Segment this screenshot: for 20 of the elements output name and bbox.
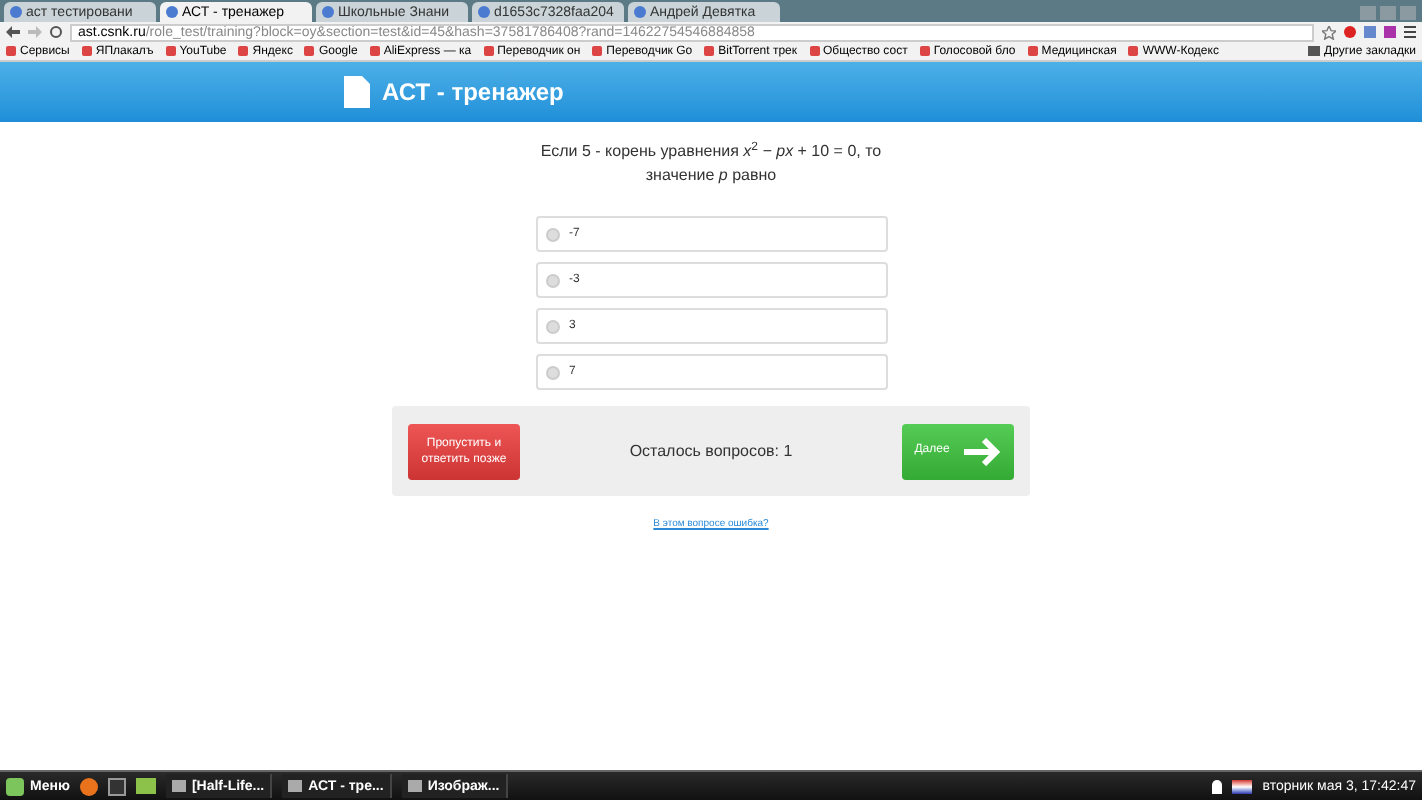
question-text: Если 5 - корень уравнения x$^{2}$ − px + 10 = 0, то значение p равно xyxy=(538,140,884,188)
reload-icon[interactable] xyxy=(50,26,62,38)
radio-button[interactable] xyxy=(545,227,559,241)
remaining-count: Осталось вопросов: 1 xyxy=(629,439,793,463)
menu-icon[interactable] xyxy=(1404,26,1416,38)
app-title: АСТ - тренажер xyxy=(382,76,564,110)
star-icon[interactable] xyxy=(1322,25,1336,39)
tab-favicon-icon xyxy=(166,6,178,18)
keyboard-layout-icon[interactable] xyxy=(1232,779,1253,793)
radio-button[interactable] xyxy=(545,319,559,333)
document-icon xyxy=(344,76,370,108)
tab-favicon-icon xyxy=(10,6,22,18)
back-icon[interactable] xyxy=(6,26,20,38)
tab-favicon-icon xyxy=(634,6,646,18)
arrow-icon xyxy=(961,437,1002,465)
tab-favicon-icon xyxy=(322,6,334,18)
terminal-icon[interactable] xyxy=(107,777,126,795)
radio-button[interactable] xyxy=(545,365,559,379)
tab-favicon-icon xyxy=(478,6,490,18)
radio-button[interactable] xyxy=(545,273,559,287)
